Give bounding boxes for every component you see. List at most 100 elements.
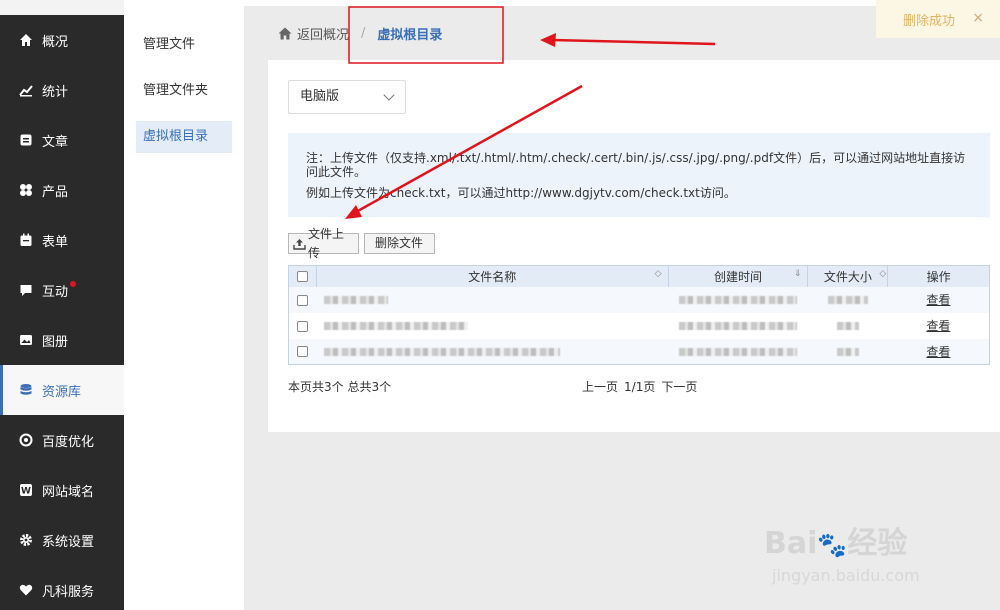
heart-icon <box>18 582 34 598</box>
redacted-created-time <box>678 296 797 304</box>
domain-icon: W <box>18 482 34 498</box>
upload-icon <box>293 238 306 250</box>
redacted-created-time <box>678 347 797 356</box>
nav-item-overview[interactable]: 概况 <box>0 15 124 65</box>
col-file-size[interactable]: 文件大小 ◇ <box>807 265 889 287</box>
nav-item-forms[interactable]: 表单 <box>0 215 124 265</box>
nav-item-label: 表单 <box>42 234 69 250</box>
home-icon <box>18 32 34 48</box>
nav-item-label: 产品 <box>42 184 69 200</box>
created-time-cell <box>668 287 808 313</box>
nav-item-seo[interactable]: 百度优化 <box>0 415 124 465</box>
prev-page-link[interactable]: 上一页 <box>582 378 618 395</box>
row-select-cell <box>289 339 317 365</box>
page-count-summary: 本页共3个 总共3个 <box>288 380 392 394</box>
nav-item-service[interactable]: 凡科服务 <box>0 565 124 610</box>
toast-message: 删除成功 <box>903 13 956 29</box>
col-created-time[interactable]: 创建时间 ⇓ <box>668 265 809 287</box>
baidu-watermark: Bai🐾经验 <box>764 518 907 562</box>
breadcrumb-separator: / <box>361 26 366 41</box>
action-cell: 查看 <box>888 313 990 339</box>
file-name-cell <box>316 287 668 313</box>
home-icon[interactable] <box>278 27 292 40</box>
svg-text:W: W <box>21 487 31 497</box>
breadcrumb: 返回概况 / 虚拟根目录 <box>278 24 442 43</box>
close-icon[interactable]: × <box>972 10 984 26</box>
paw-icon: 🐾 <box>817 531 848 559</box>
form-icon <box>18 232 34 248</box>
nav-item-domain[interactable]: W 网站域名 <box>0 465 124 515</box>
nav-item-label: 图册 <box>42 334 69 350</box>
annotation-arrow <box>551 38 716 46</box>
chart-icon <box>18 82 34 98</box>
nav-item-label: 资源库 <box>42 384 82 400</box>
nav-item-stats[interactable]: 统计 <box>0 65 124 115</box>
select-all-checkbox[interactable] <box>296 271 308 283</box>
note-line-1: 注：上传文件（仅支持.xml/.txt/.html/.htm/.check/.c… <box>306 151 966 179</box>
view-link[interactable]: 查看 <box>926 345 950 359</box>
row-select-cell <box>289 313 317 339</box>
product-icon <box>18 182 34 198</box>
row-checkbox[interactable] <box>297 320 309 332</box>
success-toast: 删除成功 × <box>876 0 1000 38</box>
breadcrumb-back-link[interactable]: 返回概况 <box>297 24 349 43</box>
table-row: 查看 <box>288 286 990 313</box>
action-cell: 查看 <box>888 339 990 365</box>
platform-select-value: 电脑版 <box>300 89 340 104</box>
nav-item-label: 系统设置 <box>42 534 95 550</box>
upload-file-button[interactable]: 文件上传 <box>288 227 359 260</box>
platform-select[interactable]: 电脑版 <box>288 80 406 114</box>
row-checkbox[interactable] <box>297 294 309 306</box>
view-link[interactable]: 查看 <box>926 319 950 333</box>
subnav-virtual-root[interactable]: 虚拟根目录 <box>136 121 232 153</box>
redacted-file-name <box>324 296 389 304</box>
gear-icon <box>18 532 34 548</box>
nav-item-label: 网站域名 <box>42 484 95 500</box>
subnav-manage-files[interactable]: 管理文件 <box>136 29 232 61</box>
sub-sidebar: 管理文件 管理文件夹 虚拟根目录 <box>124 0 244 610</box>
nav-item-album[interactable]: 图册 <box>0 315 124 365</box>
col-file-size-label: 文件大小 <box>823 269 872 284</box>
col-file-name-label: 文件名称 <box>468 269 517 284</box>
row-checkbox[interactable] <box>297 346 309 358</box>
nav-item-products[interactable]: 产品 <box>0 165 124 215</box>
nav-item-label: 文章 <box>42 134 69 150</box>
file-table: 文件名称 ◇ 创建时间 ⇓ 文件大小 ◇ 操作 查看 查看 查看 <box>288 265 990 365</box>
arrow-head <box>540 33 556 47</box>
nav-item-articles[interactable]: 文章 <box>0 115 124 165</box>
table-row: 查看 <box>289 313 990 339</box>
file-name-cell <box>316 313 668 339</box>
nav-item-label: 凡科服务 <box>42 584 95 600</box>
file-size-cell <box>808 313 888 339</box>
nav-item-resources[interactable]: 资源库 <box>0 365 124 415</box>
watermark-brand: Bai <box>764 526 818 561</box>
delete-file-button[interactable]: 删除文件 <box>364 233 435 254</box>
subnav-manage-folders[interactable]: 管理文件夹 <box>136 75 232 107</box>
redacted-file-name <box>324 347 561 356</box>
nav-item-interaction[interactable]: 互动 <box>0 265 124 315</box>
sort-icon: ◇ <box>654 269 662 279</box>
main-sidebar: 概况 统计 文章 产品 表单 互动 图册 资源库 百度优化 W 网站域名 系统设… <box>0 0 124 610</box>
view-link[interactable]: 查看 <box>926 293 950 307</box>
redacted-file-size <box>836 347 859 356</box>
upload-note: 注：上传文件（仅支持.xml/.txt/.html/.htm/.check/.c… <box>288 133 990 217</box>
redacted-file-size <box>827 296 868 304</box>
notification-dot <box>70 281 77 287</box>
nav-item-settings[interactable]: 系统设置 <box>0 515 124 565</box>
watermark-brand-2: 经验 <box>847 526 908 561</box>
nav-item-label: 概况 <box>42 34 69 50</box>
next-page-link[interactable]: 下一页 <box>661 378 697 395</box>
table-header-row: 文件名称 ◇ 创建时间 ⇓ 文件大小 ◇ 操作 <box>288 265 990 287</box>
chat-icon <box>18 282 34 298</box>
breadcrumb-current: 虚拟根目录 <box>377 28 443 43</box>
pagination: 上一页 1/1页 下一页 <box>582 378 697 395</box>
file-name-cell <box>316 339 668 365</box>
redacted-file-size <box>836 322 859 330</box>
sort-icon: ◇ <box>879 269 887 279</box>
nav-item-label: 互动 <box>42 284 69 300</box>
select-all-cell <box>288 265 317 287</box>
col-file-name[interactable]: 文件名称 ◇ <box>316 265 669 287</box>
redacted-created-time <box>678 322 797 330</box>
note-line-2: 例如上传文件为check.txt，可以通过http://www.dgjytv.c… <box>306 186 736 200</box>
created-time-cell <box>668 313 808 339</box>
